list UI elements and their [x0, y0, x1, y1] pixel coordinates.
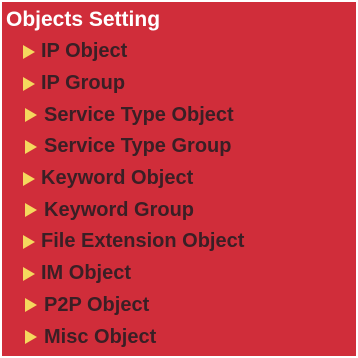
- arrow-right-icon: [23, 234, 35, 249]
- arrow-right-icon: [23, 44, 35, 59]
- menu-item-label: File Extension Object: [41, 230, 245, 253]
- arrow-right-icon: [23, 171, 35, 186]
- menu-item-label: P2P Object: [44, 293, 150, 316]
- menu-item-ip-group[interactable]: IP Group: [2, 68, 356, 100]
- menu-item-label: IP Group: [41, 72, 126, 95]
- menu-item-service-type-group[interactable]: Service Type Group: [2, 131, 356, 163]
- menu-item-p2p-object[interactable]: P2P Object: [2, 290, 356, 322]
- arrow-right-icon: [23, 76, 35, 91]
- menu-item-service-type-object[interactable]: Service Type Object: [2, 99, 356, 131]
- menu-item-keyword-object[interactable]: Keyword Object: [2, 163, 356, 195]
- menu-item-keyword-group[interactable]: Keyword Group: [2, 194, 356, 226]
- menu-item-file-extension-object[interactable]: File Extension Object: [2, 226, 356, 258]
- arrow-right-icon: [25, 108, 37, 123]
- arrow-right-icon: [25, 139, 37, 154]
- menu-item-label: Service Type Group: [44, 135, 232, 158]
- menu-item-label: Keyword Object: [41, 167, 194, 190]
- menu-item-label: Misc Object: [44, 325, 157, 348]
- arrow-right-icon: [23, 266, 35, 281]
- menu-item-label: Keyword Group: [44, 198, 195, 221]
- menu-item-im-object[interactable]: IM Object: [2, 258, 356, 290]
- objects-menu: IP Object IP Group Service Type Object S…: [2, 36, 356, 353]
- menu-item-label: Service Type Object: [44, 103, 234, 126]
- arrow-right-icon: [25, 298, 37, 313]
- menu-item-label: IP Object: [41, 40, 128, 63]
- menu-item-misc-object[interactable]: Misc Object: [2, 321, 356, 353]
- menu-item-label: IM Object: [41, 262, 132, 285]
- arrow-right-icon: [25, 203, 37, 218]
- section-title: Objects Setting: [6, 8, 161, 31]
- arrow-right-icon: [25, 330, 37, 345]
- objects-setting-panel: Objects Setting IP Object IP Group Servi…: [0, 0, 358, 358]
- menu-item-ip-object[interactable]: IP Object: [2, 36, 356, 68]
